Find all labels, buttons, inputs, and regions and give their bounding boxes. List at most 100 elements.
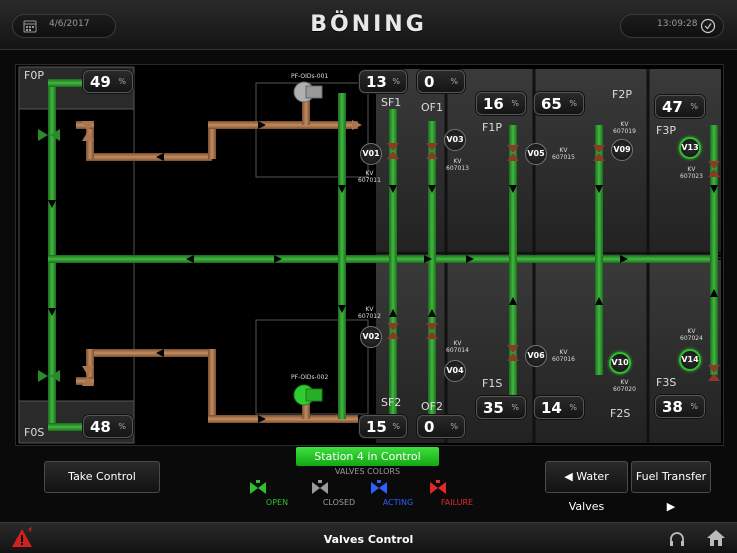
- kv-prefix: KV: [620, 121, 629, 128]
- unit-label: %: [450, 77, 458, 86]
- valve-open-icon: [250, 480, 266, 494]
- alarm-warning-icon[interactable]: [10, 527, 34, 549]
- valve-acting-icon: [371, 480, 387, 494]
- calendar-icon: [23, 20, 37, 33]
- tank-label-of1: OF1: [421, 101, 443, 114]
- legend-label-acting: ACTING: [382, 498, 414, 507]
- unit-label: %: [511, 403, 519, 412]
- kv-number: 607016: [552, 356, 575, 363]
- kv-prefix: KV: [453, 340, 462, 347]
- tank-label-f0s: F0S: [24, 426, 45, 439]
- kv-prefix: KV: [365, 170, 374, 177]
- unit-label: %: [118, 77, 126, 86]
- level-readout-sf2: 15%: [359, 415, 407, 438]
- kv-label-v05: KV 607015: [552, 147, 575, 161]
- level-value: 16: [483, 95, 504, 113]
- take-control-button[interactable]: Take Control: [44, 461, 160, 493]
- valve-v13[interactable]: V13: [679, 137, 701, 159]
- valve-v05[interactable]: V05: [525, 143, 547, 165]
- level-readout-f1p: 16%: [476, 92, 526, 115]
- fuel-transfer-button[interactable]: Fuel Transfer ▶: [631, 461, 711, 513]
- kv-label-v06: KV 607016: [552, 349, 575, 363]
- level-readout-sf1: 13%: [359, 70, 407, 93]
- unit-label: %: [690, 402, 698, 411]
- legend-item-acting: ACTING: [368, 480, 428, 507]
- unit-label: %: [450, 422, 458, 431]
- home-icon[interactable]: [706, 529, 726, 547]
- level-value: 0: [424, 418, 435, 436]
- tank-label-sf2: SF2: [381, 396, 402, 409]
- kv-number: 607014: [446, 347, 469, 354]
- valve-v03[interactable]: V03: [444, 129, 466, 151]
- level-value: 35: [483, 399, 504, 417]
- valve-v14[interactable]: V14: [679, 349, 701, 371]
- unit-label: %: [392, 77, 400, 86]
- level-value: 38: [662, 398, 683, 416]
- page-title: Valves Control: [323, 533, 414, 546]
- level-value: 65: [541, 95, 562, 113]
- legend-title: VALVES COLORS: [334, 467, 401, 476]
- level-value: 0: [424, 73, 435, 91]
- valve-v01[interactable]: V01: [360, 143, 382, 165]
- unit-label: %: [118, 422, 126, 431]
- tank-label-f0p: F0P: [24, 69, 44, 82]
- valve-v04[interactable]: V04: [444, 360, 466, 382]
- legend-label-open: OPEN: [265, 498, 289, 507]
- kv-label-v04: KV 607014: [446, 340, 469, 354]
- level-readout-of2: 0%: [417, 415, 465, 438]
- valve-v10[interactable]: V10: [609, 352, 631, 374]
- kv-label-v14: KV 607024: [680, 328, 703, 342]
- valve-v09[interactable]: V09: [611, 139, 633, 161]
- app-window: 4/6/2017 BÖNING 13:09:28 F0P F0S SF1 SF2…: [0, 0, 737, 553]
- tank-label-f2s: F2S: [610, 407, 631, 420]
- kv-number: 607023: [680, 173, 703, 180]
- unit-label: %: [569, 99, 577, 108]
- kv-number: 607019: [613, 128, 636, 135]
- kv-prefix: KV: [365, 306, 374, 313]
- legend-item-failure: FAILURE: [427, 480, 487, 507]
- station-status-banner: Station 4 in Control: [296, 447, 439, 466]
- pump-2[interactable]: [293, 384, 323, 406]
- level-readout-f2p-left: 65%: [534, 92, 584, 115]
- level-value: 48: [90, 418, 111, 436]
- pump-1[interactable]: [293, 81, 323, 103]
- kv-number: 607013: [446, 165, 469, 172]
- kv-prefix: KV: [559, 349, 568, 356]
- kv-label-v13: KV 607023: [680, 166, 703, 180]
- unit-label: %: [511, 99, 519, 108]
- water-valves-button[interactable]: ◀ Water Valves: [545, 461, 628, 513]
- valve-schematic: F0P F0S SF1 SF2 OF1 OF2 F1P F1S F2P F2S …: [15, 64, 724, 446]
- valve-v06[interactable]: V06: [525, 345, 547, 367]
- legend-item-open: OPEN: [247, 480, 307, 507]
- pump-1-label: PF-OIDs-001: [291, 73, 329, 80]
- valve-failure-icon: [430, 480, 446, 494]
- headset-icon[interactable]: [668, 530, 686, 548]
- kv-prefix: KV: [687, 328, 696, 335]
- kv-prefix: KV: [559, 147, 568, 154]
- level-value: 15: [366, 418, 387, 436]
- tank-label-sf1: SF1: [381, 96, 402, 109]
- level-readout-f2s-left: 14%: [534, 396, 584, 419]
- level-readout-f0s: 48%: [83, 415, 133, 438]
- level-readout-f0p: 49%: [83, 70, 133, 93]
- kv-number: 607012: [358, 313, 381, 320]
- unit-label: %: [690, 102, 698, 111]
- valve-closed-icon: [312, 480, 328, 494]
- date-text: 4/6/2017: [49, 19, 90, 29]
- valve-v02[interactable]: V02: [360, 326, 382, 348]
- time-text: 13:09:28: [657, 19, 698, 29]
- clock-icon: [700, 18, 716, 34]
- tank-label-f3p: F3P: [656, 124, 676, 137]
- kv-number: 607011: [358, 177, 381, 184]
- kv-prefix: KV: [687, 166, 696, 173]
- kv-number: 607015: [552, 154, 575, 161]
- brand-logo: BÖNING: [310, 12, 427, 37]
- kv-label-v10: KV 607020: [613, 379, 636, 393]
- level-value: 14: [541, 399, 562, 417]
- legend-label-failure: FAILURE: [440, 498, 474, 507]
- level-value: 47: [662, 98, 683, 116]
- level-readout-f1s: 35%: [476, 396, 526, 419]
- kv-prefix: KV: [453, 158, 462, 165]
- header-bar: 4/6/2017 BÖNING 13:09:28: [0, 0, 737, 50]
- legend-item-closed: CLOSED: [309, 480, 369, 507]
